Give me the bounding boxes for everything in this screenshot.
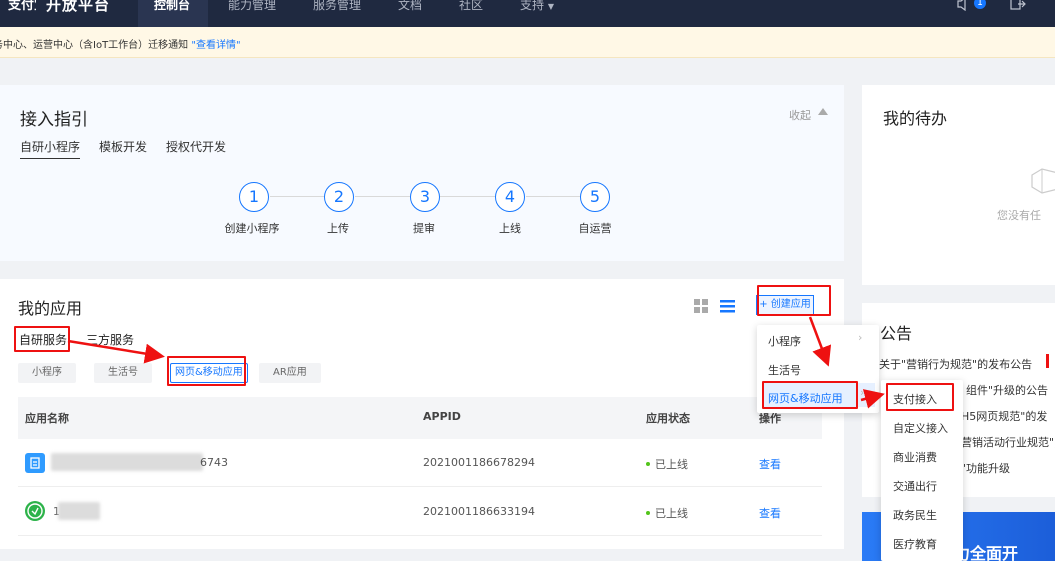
arrow-to-submenu — [860, 389, 885, 409]
annotation-arrows — [67, 316, 885, 409]
arrow-to-filter — [67, 339, 165, 364]
arrow-to-menu — [808, 316, 832, 367]
